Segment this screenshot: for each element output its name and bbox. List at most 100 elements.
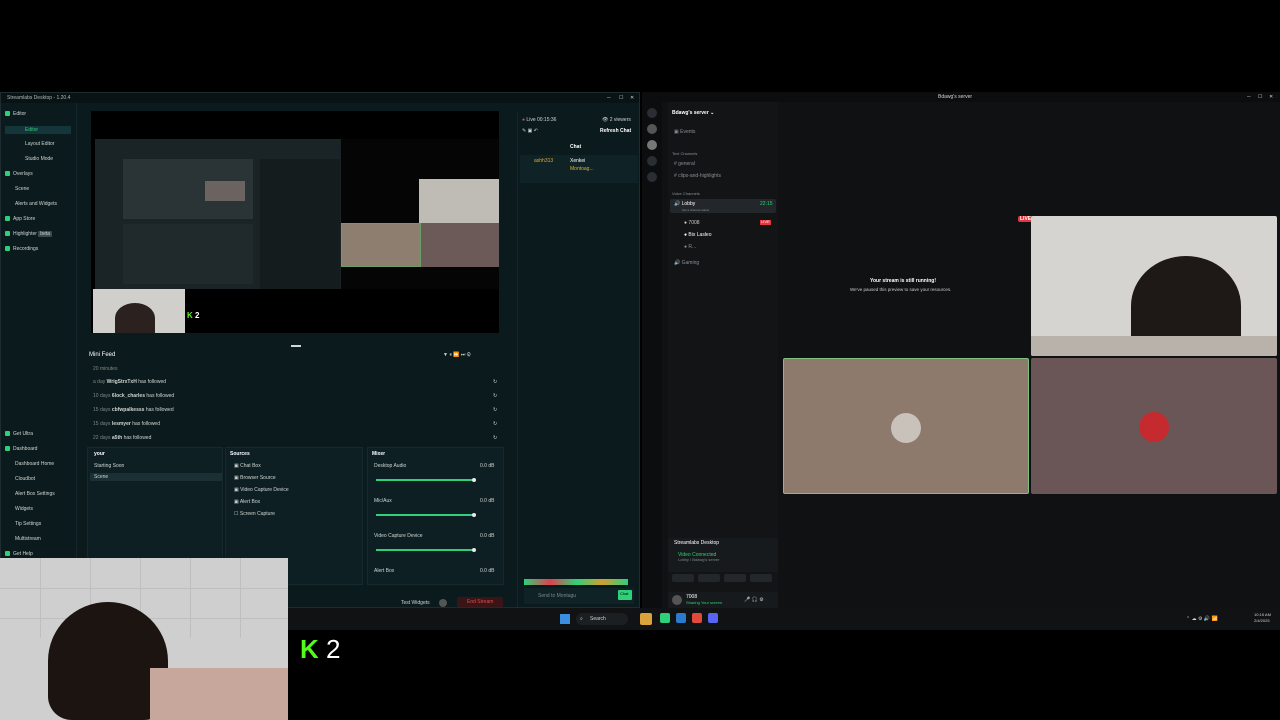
replay-icon[interactable]: ↻ (493, 435, 497, 441)
sidebar-item-layout-editor[interactable]: Layout Editor (25, 141, 54, 147)
camera-button[interactable] (672, 574, 694, 582)
source-item[interactable]: ▣ Chat Box (234, 463, 261, 469)
sidebar-item-alert-box-settings[interactable]: Alert Box Settings (15, 491, 55, 497)
stream-preview[interactable]: K 2 (91, 111, 499, 333)
maximize-icon[interactable]: ☐ (1258, 94, 1262, 100)
sidebar-dashboard[interactable]: Dashboard (5, 446, 37, 452)
discord-home-icon[interactable] (647, 108, 657, 118)
replay-icon[interactable]: ↻ (493, 379, 497, 385)
sidebar-item-editor[interactable]: Editor (5, 126, 71, 134)
sidebar-item-cloudbot[interactable]: Cloudbot (15, 476, 35, 482)
scene-item-selected[interactable]: Scene (90, 473, 222, 481)
channel-general[interactable]: # general (674, 161, 695, 167)
mixer-slider[interactable] (376, 513, 476, 517)
chat-user: Xenkei (570, 158, 586, 164)
scene-item[interactable]: Starting Soon (94, 463, 124, 469)
preview-avatar-tile-1 (341, 223, 421, 267)
voice-user[interactable]: ● Bix Lasleo (684, 232, 712, 238)
taskbar-app-icon[interactable] (640, 613, 652, 625)
refresh-chat-button[interactable]: Refresh Chat (600, 128, 631, 134)
mini-feed-controls[interactable]: ▼ ⏸ ⏩ ⏭ ⚙ (443, 352, 471, 358)
minimize-icon[interactable]: ─ (607, 95, 611, 101)
system-tray-icons[interactable]: ⌃ ☁ ⚙ 🔊 📶 (1186, 616, 1218, 622)
preview-discord-capture (341, 139, 499, 289)
emote-bar[interactable] (524, 579, 628, 585)
sidebar-app-store[interactable]: App Store (5, 216, 35, 222)
mixer-slider[interactable] (376, 548, 476, 552)
chrome-taskbar-icon[interactable] (692, 613, 702, 623)
streamlabs-taskbar-icon[interactable] (660, 613, 670, 623)
sidebar-item-dashboard-home[interactable]: Dashboard Home (15, 461, 54, 467)
feed-row: 15 days lesmyer has followed (93, 421, 160, 427)
preview-avatar-tile-2 (421, 223, 499, 267)
webcam-overlay (0, 558, 288, 720)
explore-icon[interactable] (647, 172, 657, 182)
webcam-stream-tile[interactable] (1031, 216, 1277, 356)
voice-user[interactable]: ● 7008 (684, 220, 700, 226)
app-voice-panel: Streamlabs Desktop Video Connected Lobby… (668, 538, 778, 572)
participant-tile-2[interactable] (1031, 358, 1277, 494)
mixer-slider[interactable] (376, 478, 476, 482)
add-server-icon[interactable] (647, 156, 657, 166)
activities-button[interactable] (724, 574, 746, 582)
maximize-icon[interactable]: ☐ (619, 95, 623, 101)
sidebar-item-scene[interactable]: Scene (15, 186, 29, 192)
replay-icon[interactable]: ↻ (493, 407, 497, 413)
chat-send-button[interactable]: Chat (618, 590, 632, 600)
sidebar-get-help[interactable]: Get Help (5, 551, 33, 557)
sidebar-item-widgets[interactable]: Widgets (15, 506, 33, 512)
taskbar-search[interactable]: ⌕ Search (576, 613, 628, 625)
voice-user[interactable]: ● R... (684, 244, 696, 250)
voice-channel-gaming[interactable]: 🔊 Gaming (674, 260, 699, 266)
source-item[interactable]: ▣ Video Capture Device (234, 487, 289, 493)
participant-tile-1[interactable] (783, 358, 1029, 494)
mini-feed-faded-row: 20 minutes (93, 366, 118, 372)
sidebar-item-studio-mode[interactable]: Studio Mode (25, 156, 53, 162)
screenshare-button[interactable] (698, 574, 720, 582)
sidebar-get-ultra[interactable]: Get Ultra (5, 431, 33, 437)
discord-window: Bdawg's server ─ ☐ ✕ Bdawg's server ⌄ ▣ … (642, 92, 1280, 608)
sidebar-overlays-section[interactable]: Overlays (5, 171, 33, 177)
windows-start-icon[interactable] (560, 614, 570, 624)
editor-icon (5, 111, 10, 117)
end-stream-button[interactable]: End Stream (457, 597, 503, 607)
sidebar-item-multistream[interactable]: Multistream (15, 536, 41, 542)
resize-handle[interactable] (291, 345, 301, 347)
user-status: Sharing Your screen (686, 600, 723, 605)
sidebar-recordings[interactable]: Recordings (5, 246, 38, 252)
discord-taskbar-icon[interactable] (708, 613, 718, 623)
server-icon[interactable] (647, 124, 657, 134)
chat-input[interactable]: Send to Montagu Chat (524, 588, 634, 604)
mixer-channel-name: Video Capture Device (374, 533, 423, 539)
mini-feed-panel: Mini Feed ▼ ⏸ ⏩ ⏭ ⚙ 20 minutes a day Wri… (83, 348, 503, 448)
source-item[interactable]: ▣ Alert Box (234, 499, 260, 505)
voice-channels-category[interactable]: Voice Channels (672, 191, 700, 196)
sidebar-item-alerts[interactable]: Alerts and Widgets (15, 201, 57, 207)
soundboard-button[interactable] (750, 574, 772, 582)
live-timer: ● Live 00:15:36 (522, 117, 557, 123)
text-channels-category[interactable]: Text Channels (672, 151, 697, 156)
voice-channel-lobby[interactable]: 🔊 Lobby 22:15 Set a channel status (670, 199, 776, 213)
search-icon: ⌕ (580, 616, 583, 622)
close-icon[interactable]: ✕ (630, 95, 634, 101)
chat-tools-icon[interactable]: ✎ ▣ ↶ (522, 128, 538, 134)
minimize-icon[interactable]: ─ (1247, 94, 1251, 100)
source-item[interactable]: ☐ Screen Capture (234, 511, 275, 517)
replay-icon[interactable]: ↻ (493, 393, 497, 399)
source-item[interactable]: ▣ Browser Source (234, 475, 276, 481)
edge-taskbar-icon[interactable] (676, 613, 686, 623)
test-widgets-toggle[interactable] (439, 599, 447, 607)
test-widgets-button[interactable]: Test Widgets (401, 600, 430, 606)
avatar[interactable] (672, 595, 682, 605)
channel-clips[interactable]: # clips-and-highlights (674, 173, 721, 179)
server-icon[interactable] (647, 140, 657, 150)
close-icon[interactable]: ✕ (1269, 94, 1273, 100)
events-link[interactable]: ▣ Events (674, 129, 695, 135)
sidebar-editor-section[interactable]: Editor (5, 111, 26, 117)
server-name[interactable]: Bdawg's server ⌄ (672, 110, 714, 116)
user-panel: 7008 Sharing Your screen 🎤 🎧 ⚙ (668, 592, 778, 608)
sidebar-item-tip-settings[interactable]: Tip Settings (15, 521, 41, 527)
replay-icon[interactable]: ↻ (493, 421, 497, 427)
mic-headset-settings-icons[interactable]: 🎤 🎧 ⚙ (744, 597, 764, 603)
sidebar-highlighter[interactable]: Highlighter beta (5, 231, 53, 237)
